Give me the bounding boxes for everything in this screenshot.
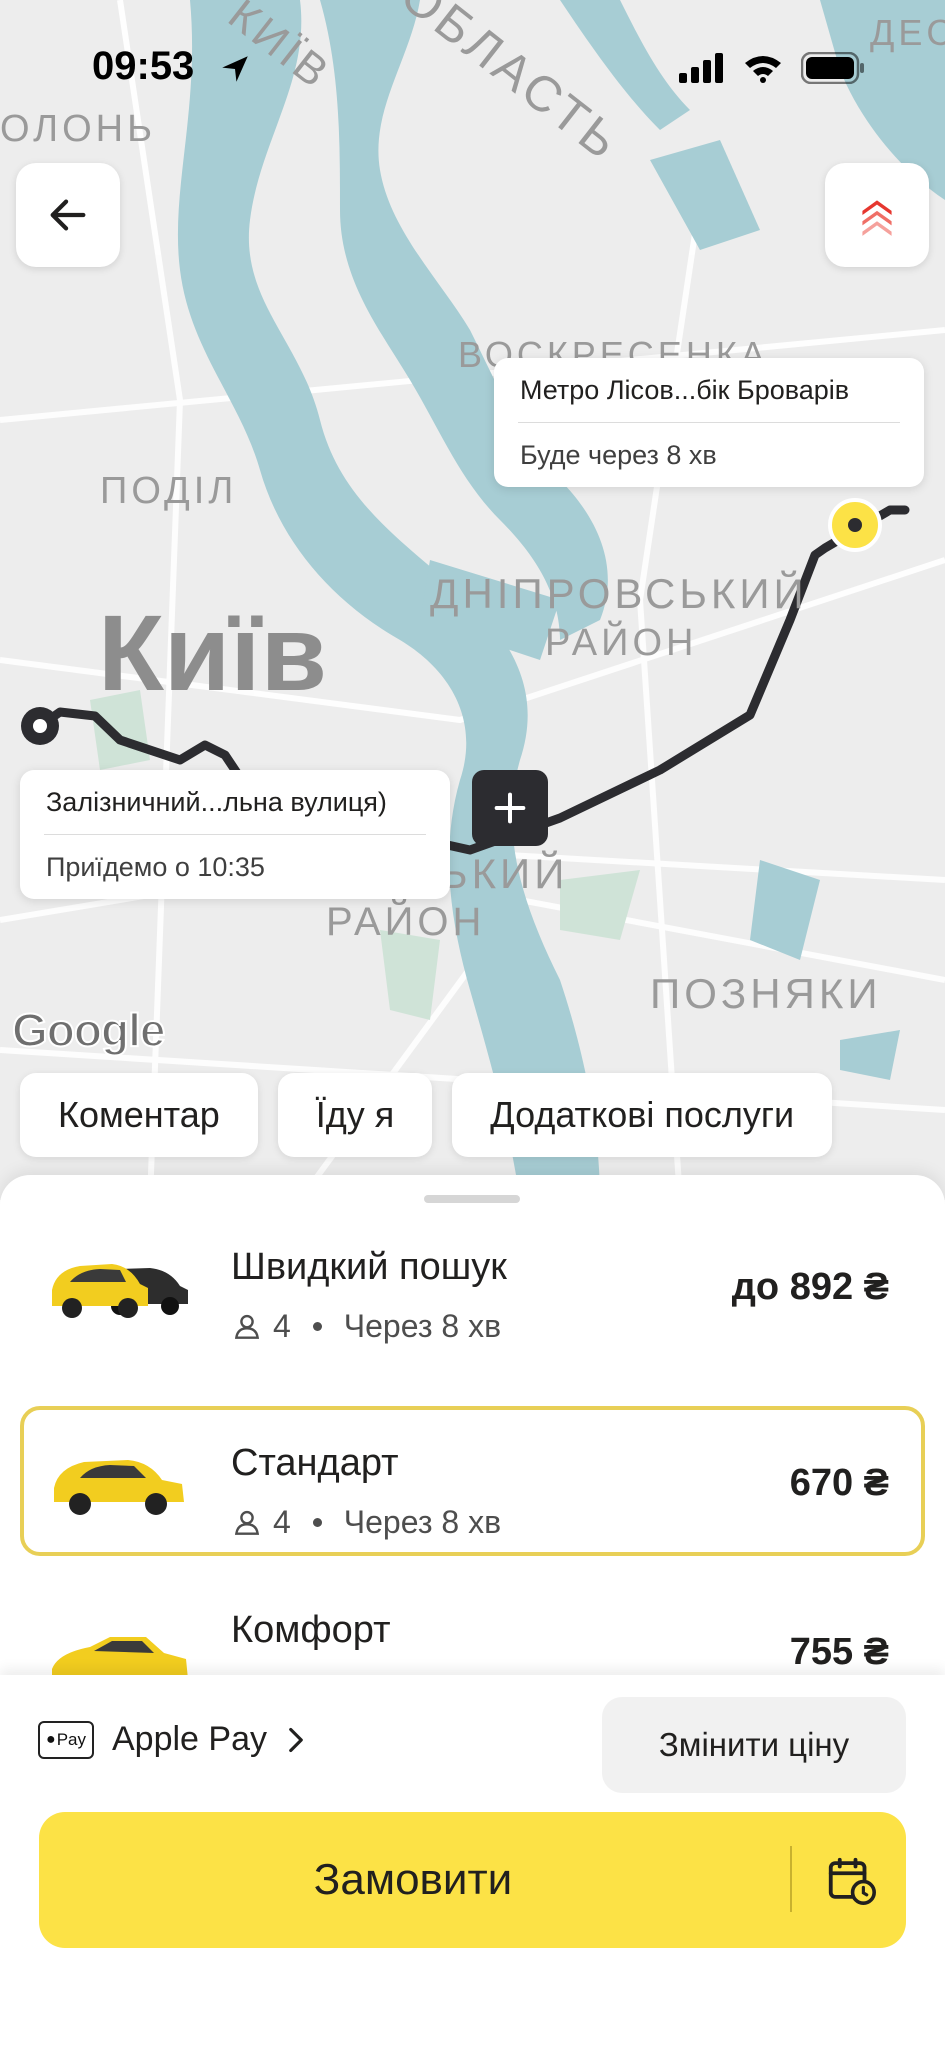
- apple-pay-icon-label: Pay: [56, 1729, 86, 1749]
- back-button[interactable]: [16, 163, 120, 267]
- payment-method-label: Apple Pay: [112, 1720, 267, 1758]
- tariff-eta: Через 8 хв: [343, 1308, 502, 1344]
- status-icons: [679, 52, 865, 84]
- map-label-kyiv: Київ: [98, 592, 328, 713]
- tariff-standard[interactable]: Стандарт 4 Через 8 хв 670 ₴: [20, 1406, 925, 1556]
- car-icon: [54, 1460, 184, 1515]
- map[interactable]: КИЇВ ОБЛАСТЬ ОЛОНЬ ДЕС ВОСКРЕСЕНКА ПОДІЛ…: [0, 0, 945, 1200]
- schedule-button[interactable]: [796, 1812, 906, 1948]
- map-label-podil: ПОДІЛ: [100, 470, 238, 512]
- tariff-price: до 892 ₴: [731, 1266, 889, 1308]
- sheet-handle[interactable]: [424, 1195, 520, 1203]
- pickup-address: Метро Лісов...бік Броварів: [520, 375, 850, 405]
- location-arrow-icon: [222, 56, 248, 82]
- pickup-bubble[interactable]: Метро Лісов...бік Броварів Буде через 8 …: [494, 358, 924, 487]
- map-label-obolon: ОЛОНЬ: [0, 108, 157, 150]
- tariff-eta: Через 8 хв: [343, 1504, 502, 1540]
- signal-icon: [679, 53, 723, 83]
- apple-glyph: ●: [46, 1730, 56, 1748]
- chevrons-up-icon: [862, 200, 892, 236]
- separator-dot: [312, 1518, 322, 1527]
- tariff-seats: 4: [273, 1308, 291, 1344]
- passenger-icon: [234, 1510, 260, 1535]
- pickup-eta: Буде через 8 хв: [520, 440, 717, 470]
- destination-bubble[interactable]: Залізничний...льна вулиця) Приїдемо о 10…: [20, 770, 450, 899]
- tariff-comfort[interactable]: Комфорт 755 ₴: [20, 1579, 925, 1675]
- separator-dot: [312, 1322, 322, 1331]
- tariff-name: Стандарт: [231, 1442, 399, 1484]
- tariff-meta: 4 Через 8 хв: [231, 1504, 501, 1541]
- passenger-icon: [234, 1314, 260, 1339]
- sedan-car-icon: [52, 1637, 188, 1675]
- calendar-clock-icon: [828, 1857, 876, 1905]
- destination-eta: Приїдемо о 10:35: [46, 852, 265, 882]
- riding-myself-chip[interactable]: Їду я: [277, 1073, 433, 1157]
- battery-icon: [801, 52, 864, 84]
- map-label-raion-2: РАЙОН: [326, 900, 486, 944]
- order-button[interactable]: Замовити: [39, 1812, 906, 1948]
- map-label-kyi-partial: ЬКИЙ: [440, 850, 569, 897]
- tariff-name: Комфорт: [231, 1609, 391, 1651]
- layers-button[interactable]: [825, 163, 929, 267]
- two-cars-icon: [52, 1264, 188, 1318]
- payment-method-button[interactable]: ● Pay Apple Pay: [38, 1720, 307, 1759]
- option-chips: Коментар Їду я Додаткові послуги: [20, 1073, 833, 1157]
- tariff-meta: 4 Через 8 хв: [231, 1308, 501, 1345]
- tariff-name: Швидкий пошук: [231, 1246, 507, 1288]
- apple-pay-icon: ● Pay: [38, 1720, 94, 1759]
- plus-icon: [494, 792, 526, 824]
- google-logo: Google: [11, 1003, 166, 1057]
- tariff-price: 755 ₴: [789, 1631, 889, 1673]
- tariff-fast-search[interactable]: Швидкий пошук 4 Через 8 хв до 892 ₴: [20, 1210, 925, 1360]
- tariff-seats: 4: [273, 1504, 291, 1540]
- destination-address: Залізничний...льна вулиця): [46, 787, 387, 817]
- chevron-right-icon: [289, 1727, 303, 1752]
- tariff-price: 670 ₴: [789, 1462, 889, 1504]
- map-label-des: ДЕС: [870, 12, 945, 53]
- status-time: 09:53: [92, 44, 195, 88]
- order-button-label: Замовити: [313, 1855, 513, 1904]
- map-label-dniprovskyi: ДНІПРОВСЬКИЙ: [430, 570, 808, 617]
- order-button-divider: [790, 1846, 792, 1912]
- order-footer: ● Pay Apple Pay Змінити ціну Замовити: [0, 1675, 945, 2048]
- arrow-left-icon: [50, 199, 86, 231]
- comment-chip[interactable]: Коментар: [20, 1073, 258, 1157]
- add-stop-button[interactable]: [472, 770, 548, 846]
- extra-services-chip[interactable]: Додаткові послуги: [452, 1073, 833, 1157]
- wifi-icon: [745, 56, 781, 83]
- map-label-raion-1: РАЙОН: [545, 622, 698, 664]
- change-price-button[interactable]: Змінити ціну: [602, 1697, 906, 1793]
- map-label-pozniaky: ПОЗНЯКИ: [650, 970, 882, 1017]
